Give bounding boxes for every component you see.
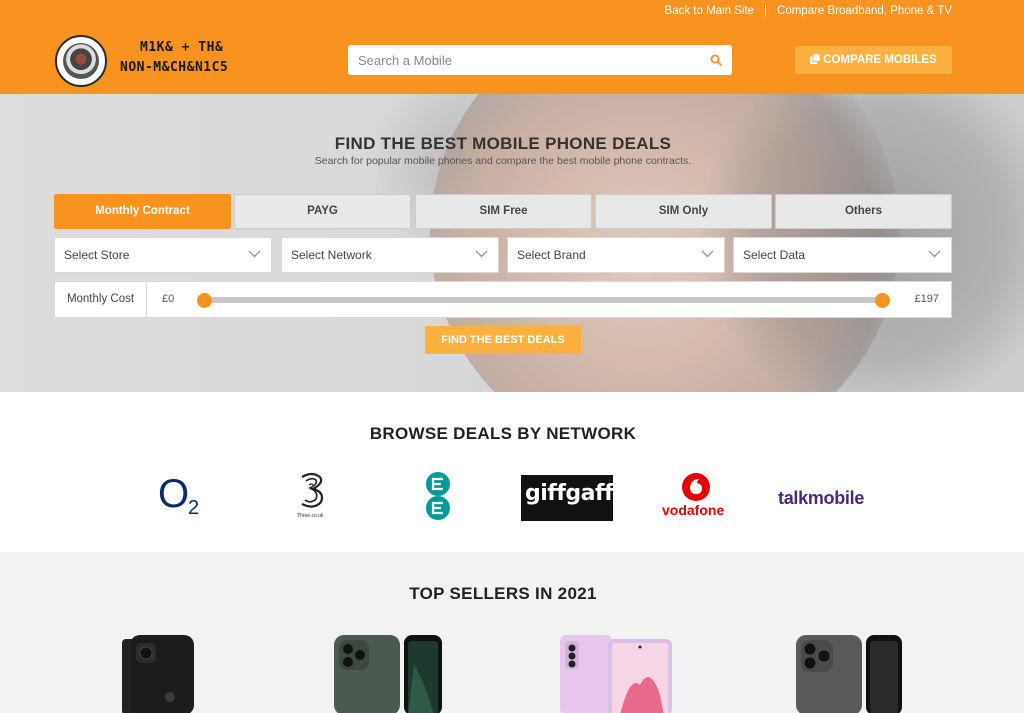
network-section-title: BROWSE DEALS BY NETWORK xyxy=(369,424,637,443)
network-talkmobile-logo[interactable]: talkmobile xyxy=(778,472,870,524)
o2-logo-letter: O xyxy=(158,472,190,516)
three-logo-icon xyxy=(301,472,324,508)
three-logo-caption: Three.co.uk xyxy=(297,513,324,519)
chevron-down-icon xyxy=(248,250,261,258)
filter-selects: Select Store Select Network Select Brand… xyxy=(54,237,952,273)
o2-logo-subscript: 2 xyxy=(188,497,200,519)
monthly-cost-range: Monthly Cost £0 £197 xyxy=(54,281,952,318)
link-separator: | xyxy=(764,5,768,17)
select-store-dropdown[interactable]: Select Store xyxy=(54,237,272,273)
hero-title: FIND THE BEST MOBILE PHONE DEALS xyxy=(334,134,672,153)
site-logo-text[interactable]: M1K& + TH& NON-M&CH&N1C5 xyxy=(120,38,228,78)
iphone-xr-image[interactable] xyxy=(120,635,196,713)
tab-monthly-contract[interactable]: Monthly Contract xyxy=(54,194,231,229)
chevron-down-icon xyxy=(475,250,488,258)
search-box xyxy=(348,45,732,75)
galaxy-s20-fe-image[interactable] xyxy=(560,635,676,713)
find-best-deals-button[interactable]: FIND THE BEST DEALS xyxy=(425,326,581,354)
select-data-label: Select Data xyxy=(743,248,806,262)
vodafone-logo-text: vodafone xyxy=(662,502,725,518)
compare-broadband-link[interactable]: Compare Broadband, Phone & TV xyxy=(777,5,952,17)
network-three-logo[interactable]: Three.co.uk xyxy=(296,472,330,524)
logo-line-2: NON-M&CH&N1C5 xyxy=(120,60,229,75)
range-slider-track[interactable] xyxy=(204,297,882,303)
chevron-down-icon xyxy=(928,250,941,258)
hero-subtitle: Search for popular mobile phones and com… xyxy=(314,155,692,167)
back-to-main-site-link[interactable]: Back to Main Site xyxy=(665,5,754,17)
select-network-label: Select Network xyxy=(291,248,372,262)
chevron-down-icon xyxy=(701,250,714,258)
tab-others[interactable]: Others xyxy=(775,194,952,229)
logo-line-1: M1K& + TH& xyxy=(140,40,224,55)
top-links: Back to Main Site | Compare Broadband, Pho… xyxy=(665,5,952,17)
compare-mobiles-button[interactable]: COMPARE MOBILES xyxy=(795,46,952,74)
vodafone-speechmark-icon xyxy=(682,473,710,501)
range-max-handle[interactable] xyxy=(874,293,890,308)
top-sellers-title: TOP SELLERS IN 2021 xyxy=(409,584,597,603)
select-data-dropdown[interactable]: Select Data xyxy=(733,237,952,273)
select-brand-dropdown[interactable]: Select Brand xyxy=(507,237,725,273)
talkmobile-logo-text: talkmobile xyxy=(778,488,865,508)
copy-icon xyxy=(810,54,821,64)
top-utility-bar: Back to Main Site | Compare Broadband, Pho… xyxy=(0,0,1024,28)
select-brand-label: Select Brand xyxy=(517,248,586,262)
hero-search-section: FIND THE BEST MOBILE PHONE DEALS Search … xyxy=(0,94,1024,392)
browse-by-network-section: BROWSE DEALS BY NETWORK O 2 Three.co.uk … xyxy=(0,392,1024,552)
tab-sim-free[interactable]: SIM Free xyxy=(415,194,592,229)
network-ee-logo[interactable] xyxy=(424,472,452,524)
range-max-label: £197 xyxy=(914,293,939,305)
giffgaff-logo-text: giffgaff xyxy=(525,481,614,506)
network-giffgaff-logo[interactable]: giffgaff xyxy=(521,475,614,521)
monthly-cost-label: Monthly Cost xyxy=(55,282,147,317)
deal-type-tabs: Monthly Contract PAYG SIM Free SIM Only … xyxy=(54,194,952,229)
search-input[interactable] xyxy=(348,45,698,75)
ee-logo-icon xyxy=(426,472,450,520)
network-vodafone-logo[interactable]: vodafone xyxy=(661,472,733,524)
select-store-label: Select Store xyxy=(64,248,130,262)
tab-sim-only[interactable]: SIM Only xyxy=(595,194,772,229)
network-o2-logo[interactable]: O 2 xyxy=(158,472,208,524)
range-min-handle[interactable] xyxy=(196,293,212,308)
compare-mobiles-label: COMPARE MOBILES xyxy=(823,54,937,66)
logo-badge-icon[interactable] xyxy=(55,35,107,87)
select-network-dropdown[interactable]: Select Network xyxy=(281,237,499,273)
iphone-11-pro-image[interactable] xyxy=(334,635,442,713)
tab-payg[interactable]: PAYG xyxy=(234,194,411,229)
iphone-12-pro-image[interactable] xyxy=(796,635,904,713)
search-icon[interactable] xyxy=(710,54,722,66)
range-min-label: £0 xyxy=(162,293,175,305)
site-header: M1K& + TH& NON-M&CH&N1C5 COMPARE MOBILES xyxy=(0,28,1024,94)
top-sellers-section: TOP SELLERS IN 2021 xyxy=(0,552,1024,713)
